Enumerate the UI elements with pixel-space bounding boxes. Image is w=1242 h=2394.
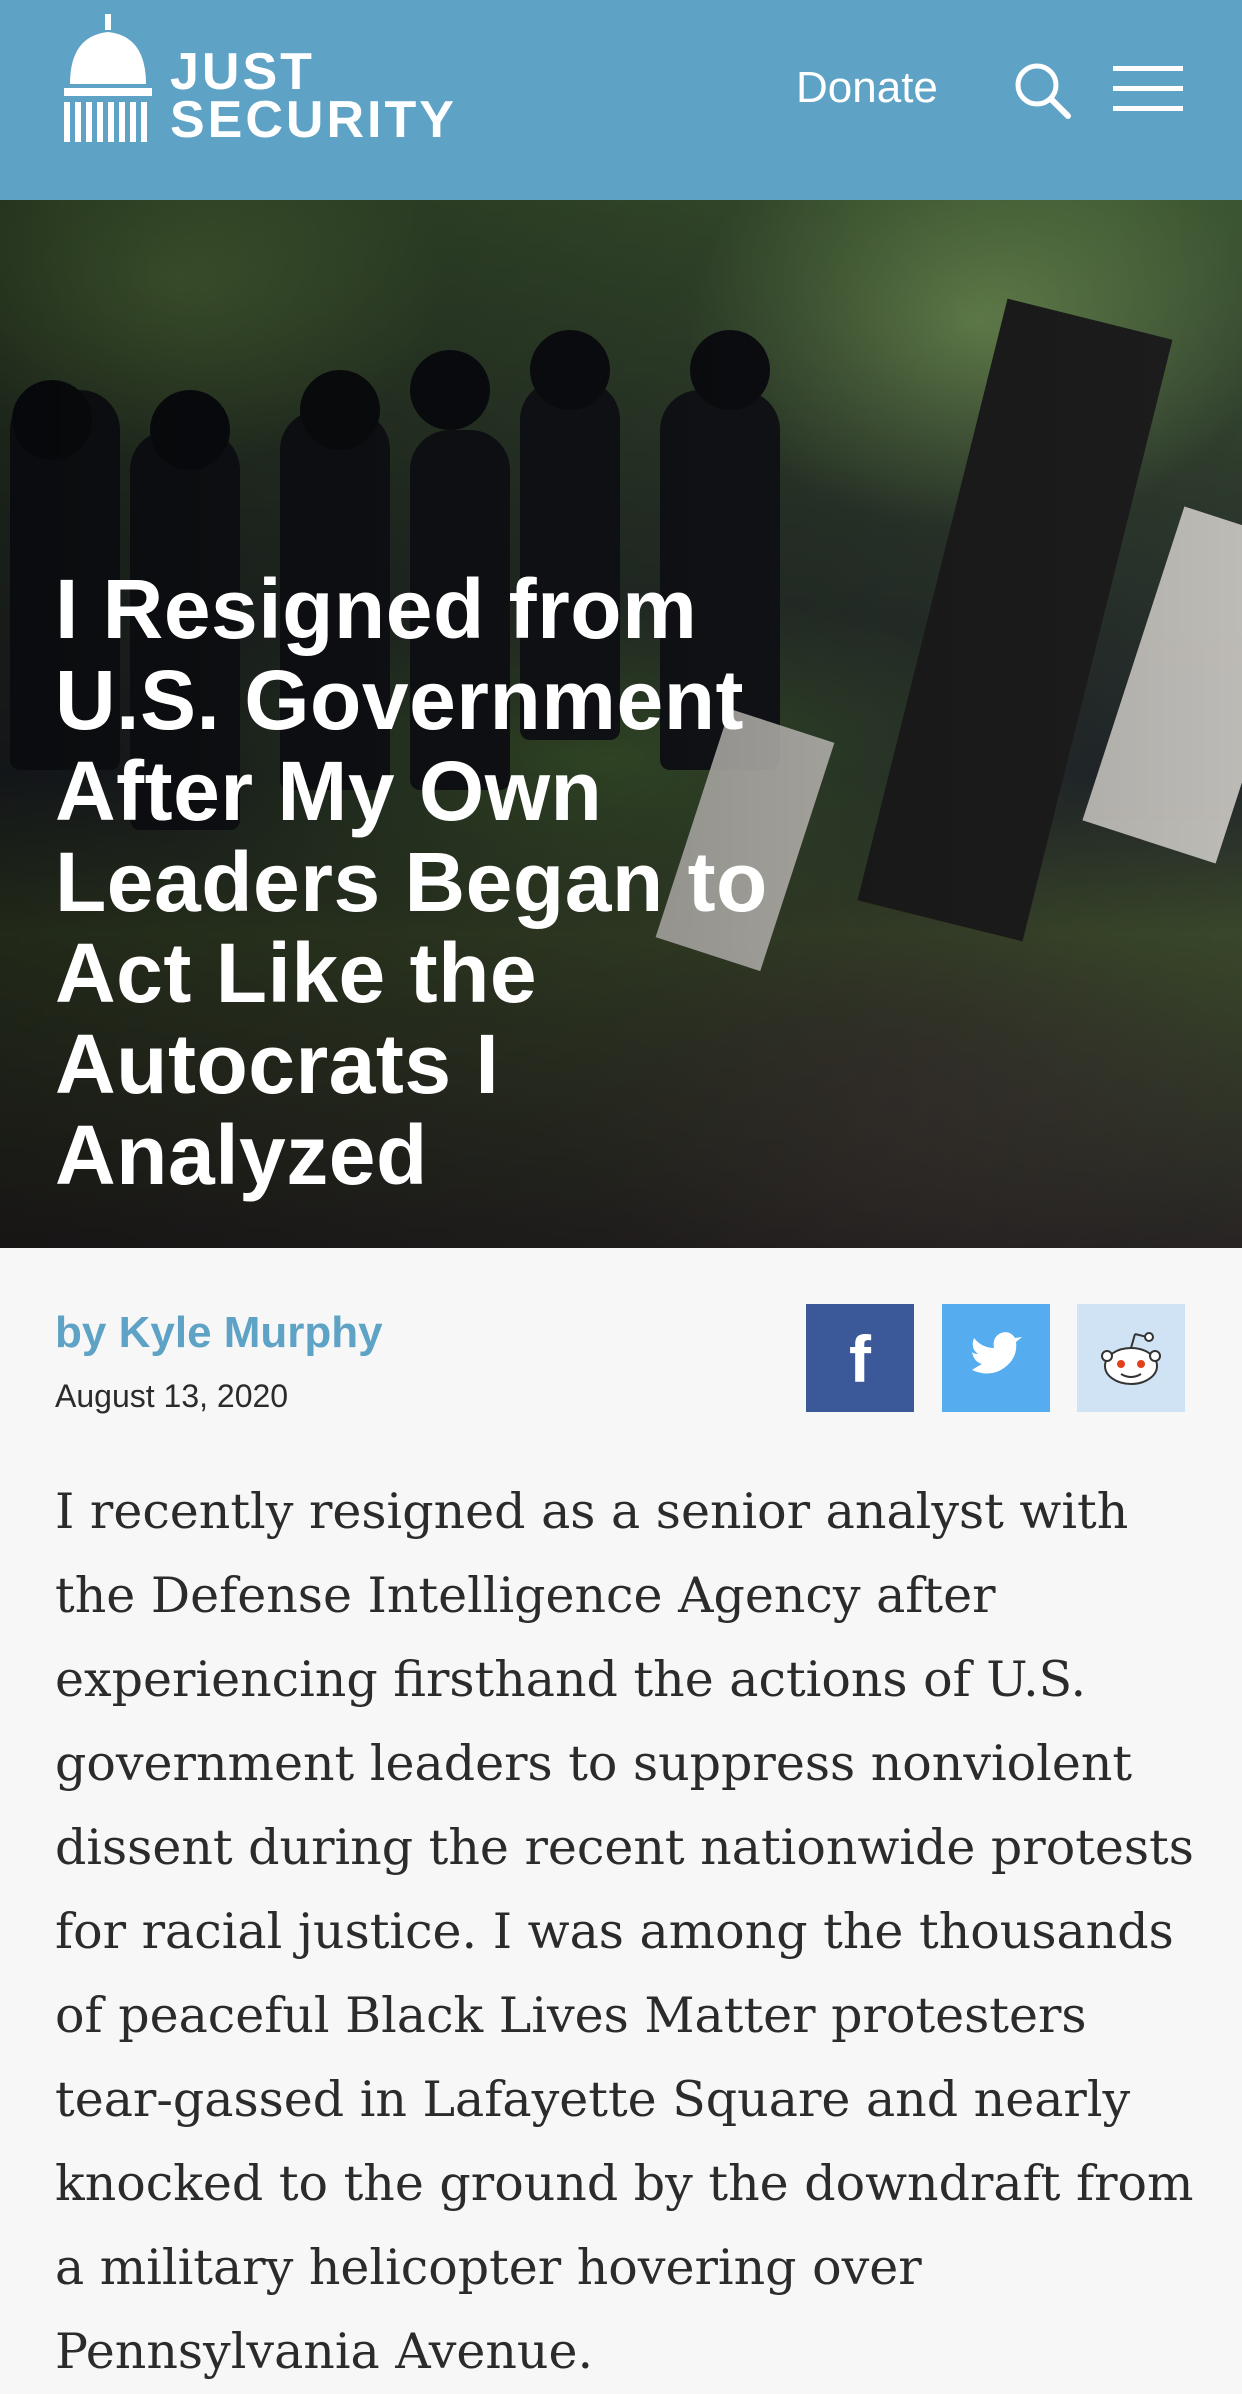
- hero-image: I Resigned from U.S. Government After My…: [0, 200, 1242, 1248]
- author-byline[interactable]: by Kyle Murphy: [55, 1305, 383, 1361]
- byline-prefix: by: [55, 1308, 107, 1357]
- author-name[interactable]: Kyle Murphy: [119, 1308, 383, 1357]
- site-logo[interactable]: JUST SECURITY: [58, 14, 458, 149]
- menu-button[interactable]: [1113, 64, 1183, 114]
- share-facebook-button[interactable]: f: [806, 1304, 914, 1412]
- article-headline: I Resigned from U.S. Government After My…: [55, 562, 768, 1202]
- facebook-letter: f: [849, 1322, 872, 1396]
- logo-line-2: SECURITY: [170, 91, 457, 149]
- twitter-bird-icon: [972, 1332, 1022, 1374]
- publish-date: August 13, 2020: [55, 1378, 289, 1414]
- site-header: JUST SECURITY Donate: [0, 0, 1242, 200]
- reddit-alien-icon: [1101, 1332, 1161, 1385]
- donate-link[interactable]: Donate: [796, 58, 938, 118]
- facebook-icon: f: [849, 1322, 872, 1396]
- article-paragraph: I recently resigned as a senior analyst …: [55, 1483, 1194, 2380]
- search-button[interactable]: [1012, 60, 1072, 120]
- search-icon: [1015, 63, 1071, 119]
- hamburger-menu-icon: [1113, 66, 1183, 111]
- logo-wordmark: JUST SECURITY: [170, 43, 457, 149]
- share-twitter-button[interactable]: [942, 1304, 1050, 1412]
- capitol-icon: [64, 14, 152, 142]
- share-reddit-button[interactable]: [1077, 1304, 1185, 1412]
- logo-line-1: JUST: [170, 43, 315, 101]
